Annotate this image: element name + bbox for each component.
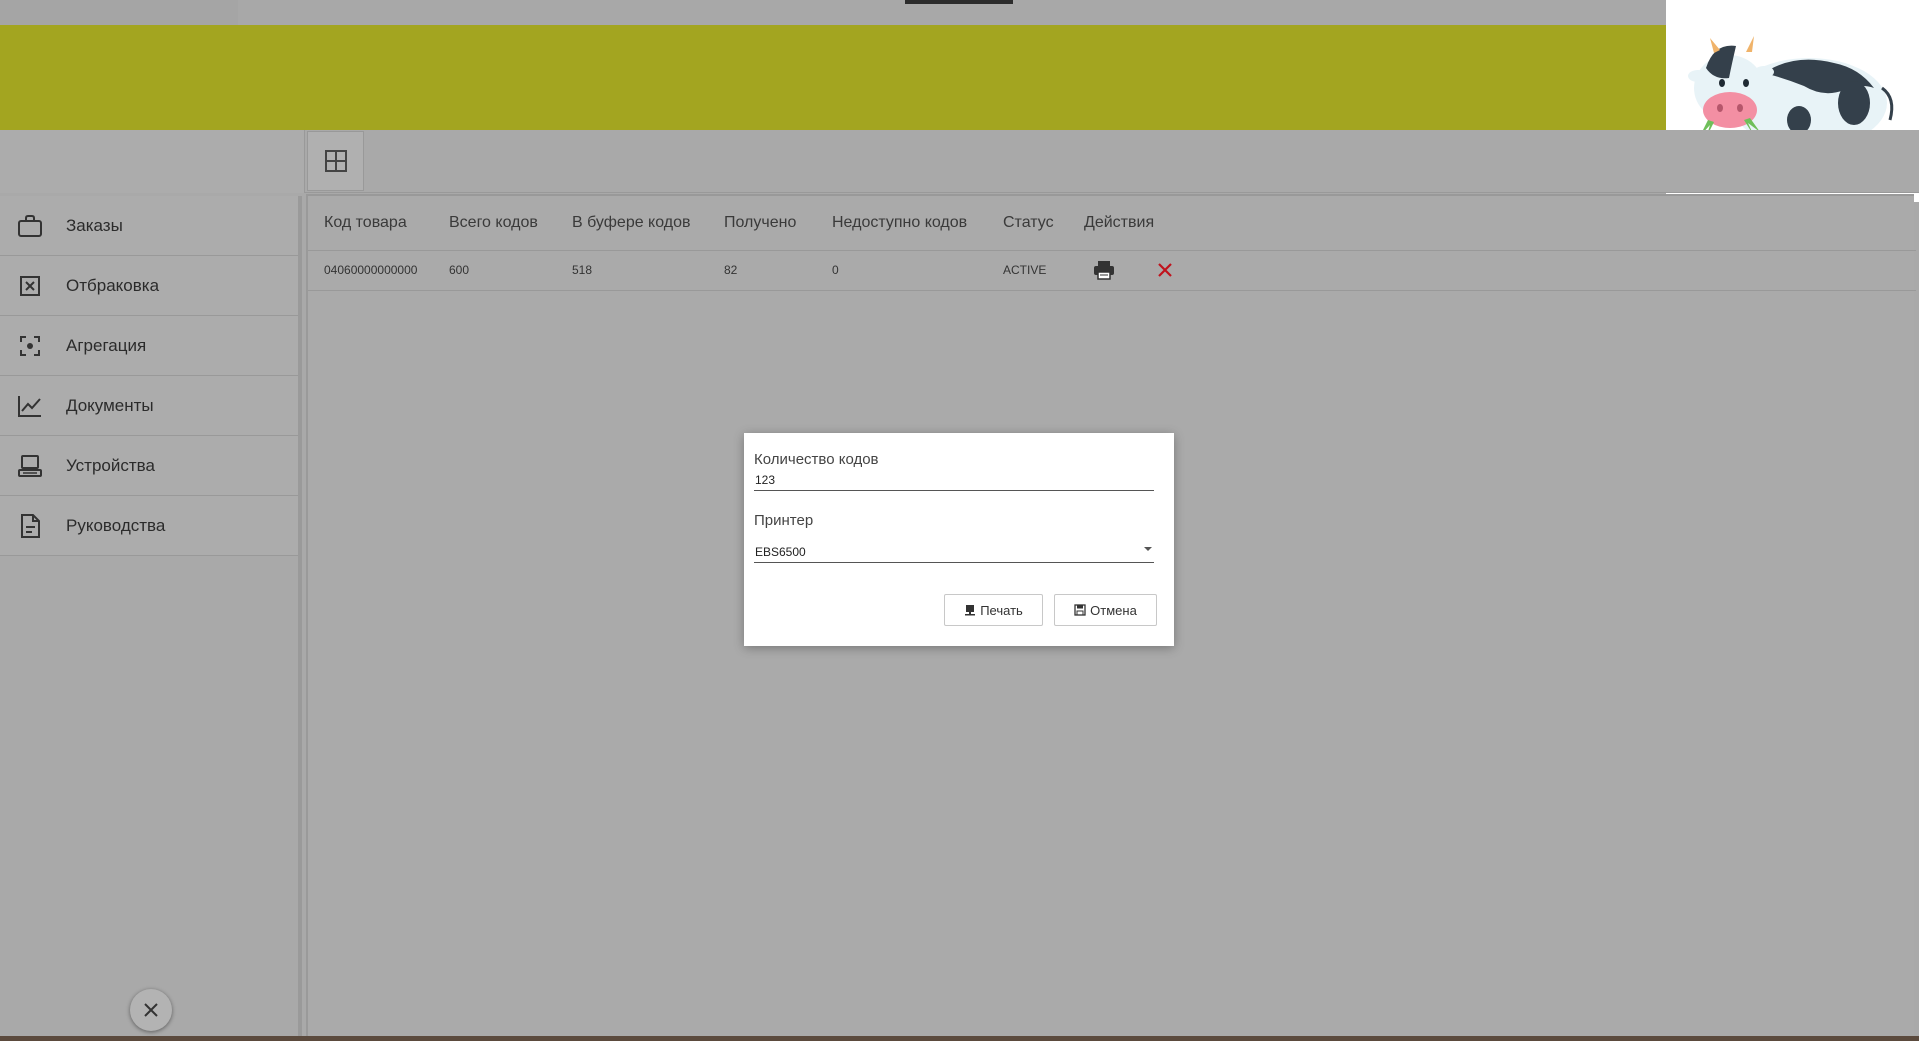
cell-total: 600 (433, 250, 556, 291)
grid-icon (324, 150, 347, 172)
column-header-received: Получено (708, 196, 816, 251)
cell-actions (1068, 250, 1916, 291)
toolbar-left-panel (0, 130, 305, 193)
column-header-unavailable: Недоступно кодов (816, 196, 987, 251)
print-dialog: Количество кодов Принтер EBS6500 Печать … (744, 433, 1174, 646)
device-icon (16, 452, 44, 480)
top-strip (0, 0, 1919, 28)
sidebar-item-rejection[interactable]: Отбраковка (0, 256, 298, 316)
sidebar-item-label: Отбраковка (66, 275, 160, 295)
print-button[interactable]: Печать (944, 594, 1043, 626)
column-header-buffer: В буфере кодов (556, 196, 708, 251)
table-row: 04060000000000 600 518 82 0 ACTIVE (308, 250, 1916, 291)
cell-product-code: 04060000000000 (308, 250, 433, 291)
printer-select-value: EBS6500 (755, 545, 806, 559)
cell-buffer: 518 (556, 250, 708, 291)
sidebar-item-aggregation[interactable]: Агрегация (0, 316, 298, 376)
sidebar-item-label: Устройства (66, 455, 155, 475)
close-icon (1158, 263, 1173, 277)
sidebar-item-devices[interactable]: Устройства (0, 436, 298, 496)
cell-received: 82 (708, 250, 816, 291)
column-header-total: Всего кодов (433, 196, 556, 251)
column-header-actions: Действия (1068, 196, 1916, 251)
sidebar-item-label: Документы (66, 395, 154, 415)
sidebar-collapse-button[interactable] (130, 989, 172, 1031)
quantity-input[interactable] (754, 469, 1154, 491)
delete-action-button[interactable] (1151, 256, 1179, 284)
orders-table: Код товара Всего кодов В буфере кодов По… (308, 196, 1916, 291)
printer-icon (1094, 261, 1114, 280)
column-header-status: Статус (987, 196, 1068, 251)
sidebar: Заказы Отбраковка Агрегация Документы Ус… (0, 196, 302, 1038)
top-left-edge (0, 0, 238, 28)
cell-status: ACTIVE (987, 250, 1068, 291)
sidebar-item-label: Заказы (66, 215, 123, 235)
cancel-button-label: Отмена (1090, 602, 1137, 618)
focus-center-icon (16, 332, 44, 360)
quantity-label: Количество кодов (754, 451, 879, 468)
bottom-strip (0, 1036, 1919, 1041)
cancel-button[interactable]: Отмена (1054, 594, 1157, 626)
sidebar-item-manuals[interactable]: Руководства (0, 496, 298, 556)
header-band (0, 25, 1919, 130)
column-header-product-code: Код товара (308, 196, 433, 251)
print-button-label: Печать (980, 602, 1023, 618)
sidebar-item-documents[interactable]: Документы (0, 376, 298, 436)
table-header-row: Код товара Всего кодов В буфере кодов По… (308, 196, 1916, 251)
cell-unavailable: 0 (816, 250, 987, 291)
chevron-down-icon (1144, 547, 1152, 551)
printer-select[interactable]: EBS6500 (754, 537, 1154, 563)
print-icon (965, 605, 976, 616)
document-icon (16, 512, 44, 540)
active-tab-indicator (905, 0, 1013, 4)
toolbar (0, 130, 1919, 193)
save-icon (1074, 604, 1086, 616)
printer-label: Принтер (754, 512, 814, 529)
grid-view-button[interactable] (307, 131, 364, 191)
sidebar-item-label: Агрегация (66, 335, 147, 355)
print-action-button[interactable] (1090, 256, 1118, 284)
sidebar-item-orders[interactable]: Заказы (0, 196, 298, 256)
briefcase-icon (16, 212, 44, 240)
sidebar-item-label: Руководства (66, 515, 166, 535)
close-icon (144, 1003, 158, 1017)
line-chart-icon (16, 392, 44, 420)
reject-box-icon (16, 272, 44, 300)
